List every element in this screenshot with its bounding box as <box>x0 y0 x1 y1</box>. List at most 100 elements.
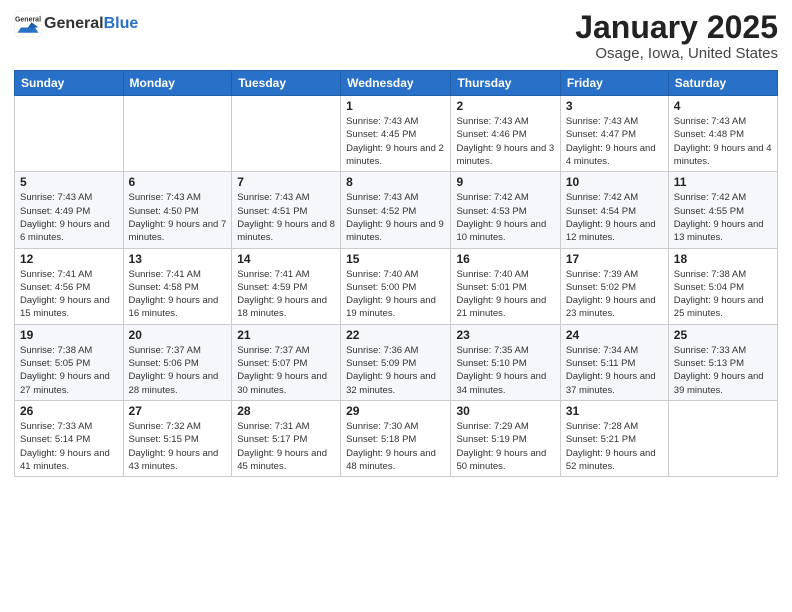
calendar-cell: 13 Sunrise: 7:41 AMSunset: 4:58 PMDayligh… <box>123 248 232 324</box>
day-info: Sunrise: 7:43 AMSunset: 4:45 PMDaylight:… <box>346 115 445 168</box>
day-info: Sunrise: 7:42 AMSunset: 4:55 PMDaylight:… <box>674 191 772 244</box>
calendar-cell: 21Sunrise: 7:37 AMSunset: 5:07 PMDayligh… <box>232 324 341 400</box>
calendar-cell: 28Sunrise: 7:31 AMSunset: 5:17 PMDayligh… <box>232 400 341 476</box>
calendar-cell: 2 Sunrise: 7:43 AMSunset: 4:46 PMDaylight… <box>451 96 560 172</box>
day-info: Sunrise: 7:41 AMSunset: 4:58 PMDaylight:… <box>129 268 227 321</box>
day-number: 6 <box>129 175 227 189</box>
col-sunday: Sunday <box>15 71 124 96</box>
calendar-cell: 19 Sunrise: 7:38 AMSunset: 5:05 PMDayligh… <box>15 324 124 400</box>
day-info: Sunrise: 7:38 AMSunset: 5:05 PMDaylight:… <box>20 344 118 397</box>
calendar-cell <box>232 96 341 172</box>
day-number: 31 <box>566 404 663 418</box>
day-number: 11 <box>674 175 772 189</box>
calendar-cell: 5 Sunrise: 7:43 AMSunset: 4:49 PMDaylight… <box>15 172 124 248</box>
day-info: Sunrise: 7:43 AMSunset: 4:46 PMDaylight:… <box>456 115 554 168</box>
calendar-cell: 14Sunrise: 7:41 AMSunset: 4:59 PMDayligh… <box>232 248 341 324</box>
calendar-cell: 17Sunrise: 7:39 AMSunset: 5:02 PMDayligh… <box>560 248 668 324</box>
day-info: Sunrise: 7:41 AMSunset: 4:56 PMDaylight:… <box>20 268 118 321</box>
day-info: Sunrise: 7:40 AMSunset: 5:01 PMDaylight:… <box>456 268 554 321</box>
calendar-cell: 9 Sunrise: 7:42 AMSunset: 4:53 PMDaylight… <box>451 172 560 248</box>
logo-general: General <box>44 15 104 32</box>
day-info: Sunrise: 7:43 AMSunset: 4:52 PMDaylight:… <box>346 191 445 244</box>
calendar-cell: 22 Sunrise: 7:36 AMSunset: 5:09 PMDayligh… <box>341 324 451 400</box>
day-number: 22 <box>346 328 445 342</box>
day-info: Sunrise: 7:34 AMSunset: 5:11 PMDaylight:… <box>566 344 663 397</box>
calendar-cell: 27Sunrise: 7:32 AMSunset: 5:15 PMDayligh… <box>123 400 232 476</box>
day-info: Sunrise: 7:43 AMSunset: 4:47 PMDaylight:… <box>566 115 663 168</box>
day-number: 17 <box>566 252 663 266</box>
day-number: 8 <box>346 175 445 189</box>
col-monday: Monday <box>123 71 232 96</box>
day-number: 27 <box>129 404 227 418</box>
calendar-cell <box>15 96 124 172</box>
calendar-cell: 12Sunrise: 7:41 AMSunset: 4:56 PMDayligh… <box>15 248 124 324</box>
month-title: January 2025 <box>575 10 778 45</box>
calendar-cell <box>668 400 777 476</box>
day-info: Sunrise: 7:42 AMSunset: 4:53 PMDaylight:… <box>456 191 554 244</box>
day-info: Sunrise: 7:36 AMSunset: 5:09 PMDaylight:… <box>346 344 445 397</box>
calendar-cell: 16 Sunrise: 7:40 AMSunset: 5:01 PMDayligh… <box>451 248 560 324</box>
calendar-cell: 26 Sunrise: 7:33 AMSunset: 5:14 PMDayligh… <box>15 400 124 476</box>
day-number: 16 <box>456 252 554 266</box>
day-info: Sunrise: 7:29 AMSunset: 5:19 PMDaylight:… <box>456 420 554 473</box>
day-number: 24 <box>566 328 663 342</box>
day-number: 3 <box>566 99 663 113</box>
calendar-cell: 18Sunrise: 7:38 AMSunset: 5:04 PMDayligh… <box>668 248 777 324</box>
day-info: Sunrise: 7:28 AMSunset: 5:21 PMDaylight:… <box>566 420 663 473</box>
day-number: 15 <box>346 252 445 266</box>
day-number: 29 <box>346 404 445 418</box>
logo-area: General GeneralBlue <box>14 10 138 38</box>
day-info: Sunrise: 7:33 AMSunset: 5:13 PMDaylight:… <box>674 344 772 397</box>
logo-icon: General <box>14 10 42 38</box>
calendar-cell <box>123 96 232 172</box>
calendar-cell: 3 Sunrise: 7:43 AMSunset: 4:47 PMDaylight… <box>560 96 668 172</box>
day-number: 5 <box>20 175 118 189</box>
calendar-table: Sunday Monday Tuesday Wednesday Thursday… <box>14 70 778 477</box>
day-info: Sunrise: 7:38 AMSunset: 5:04 PMDaylight:… <box>674 268 772 321</box>
calendar-week-5: 26 Sunrise: 7:33 AMSunset: 5:14 PMDayligh… <box>15 400 778 476</box>
title-area: January 2025 Osage, Iowa, United States <box>575 10 778 62</box>
location: Osage, Iowa, United States <box>575 45 778 62</box>
day-info: Sunrise: 7:43 AMSunset: 4:50 PMDaylight:… <box>129 191 227 244</box>
day-number: 30 <box>456 404 554 418</box>
calendar-week-3: 12Sunrise: 7:41 AMSunset: 4:56 PMDayligh… <box>15 248 778 324</box>
day-number: 1 <box>346 99 445 113</box>
day-number: 2 <box>456 99 554 113</box>
day-info: Sunrise: 7:42 AMSunset: 4:54 PMDaylight:… <box>566 191 663 244</box>
day-info: Sunrise: 7:35 AMSunset: 5:10 PMDaylight:… <box>456 344 554 397</box>
calendar-cell: 24 Sunrise: 7:34 AMSunset: 5:11 PMDayligh… <box>560 324 668 400</box>
calendar-cell: 29 Sunrise: 7:30 AMSunset: 5:18 PMDayligh… <box>341 400 451 476</box>
calendar-cell: 31 Sunrise: 7:28 AMSunset: 5:21 PMDayligh… <box>560 400 668 476</box>
svg-text:General: General <box>15 16 41 23</box>
day-number: 26 <box>20 404 118 418</box>
day-number: 14 <box>237 252 335 266</box>
day-number: 23 <box>456 328 554 342</box>
day-info: Sunrise: 7:30 AMSunset: 5:18 PMDaylight:… <box>346 420 445 473</box>
calendar-cell: 10 Sunrise: 7:42 AMSunset: 4:54 PMDayligh… <box>560 172 668 248</box>
calendar-cell: 1 Sunrise: 7:43 AMSunset: 4:45 PMDaylight… <box>341 96 451 172</box>
day-number: 10 <box>566 175 663 189</box>
header: General GeneralBlue January 2025 Osage, … <box>14 10 778 62</box>
calendar-cell: 8 Sunrise: 7:43 AMSunset: 4:52 PMDaylight… <box>341 172 451 248</box>
calendar-header-row: Sunday Monday Tuesday Wednesday Thursday… <box>15 71 778 96</box>
day-number: 13 <box>129 252 227 266</box>
calendar-cell: 6 Sunrise: 7:43 AMSunset: 4:50 PMDaylight… <box>123 172 232 248</box>
calendar-cell: 20Sunrise: 7:37 AMSunset: 5:06 PMDayligh… <box>123 324 232 400</box>
calendar-week-1: 1 Sunrise: 7:43 AMSunset: 4:45 PMDaylight… <box>15 96 778 172</box>
col-thursday: Thursday <box>451 71 560 96</box>
calendar-cell: 25 Sunrise: 7:33 AMSunset: 5:13 PMDayligh… <box>668 324 777 400</box>
day-info: Sunrise: 7:33 AMSunset: 5:14 PMDaylight:… <box>20 420 118 473</box>
calendar-week-4: 19 Sunrise: 7:38 AMSunset: 5:05 PMDayligh… <box>15 324 778 400</box>
day-number: 25 <box>674 328 772 342</box>
calendar-week-2: 5 Sunrise: 7:43 AMSunset: 4:49 PMDaylight… <box>15 172 778 248</box>
day-number: 9 <box>456 175 554 189</box>
day-number: 7 <box>237 175 335 189</box>
day-number: 19 <box>20 328 118 342</box>
day-info: Sunrise: 7:43 AMSunset: 4:49 PMDaylight:… <box>20 191 118 244</box>
calendar-cell: 7Sunrise: 7:43 AMSunset: 4:51 PMDaylight… <box>232 172 341 248</box>
col-tuesday: Tuesday <box>232 71 341 96</box>
day-number: 20 <box>129 328 227 342</box>
calendar-cell: 4Sunrise: 7:43 AMSunset: 4:48 PMDaylight… <box>668 96 777 172</box>
logo-text: GeneralBlue <box>44 15 138 33</box>
page: General GeneralBlue January 2025 Osage, … <box>0 0 792 612</box>
